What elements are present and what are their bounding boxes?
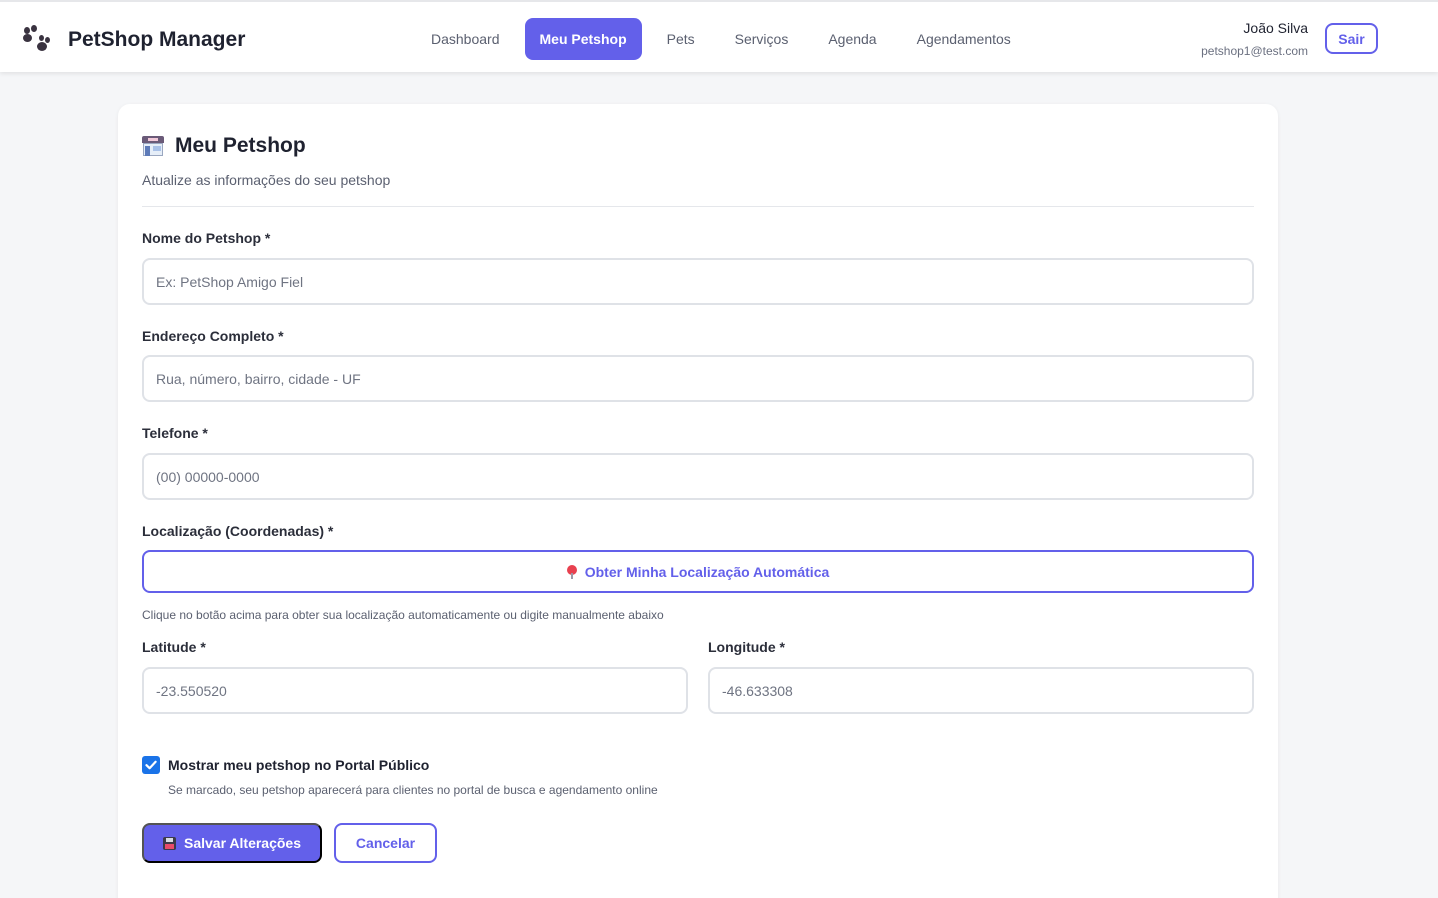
petshop-name-input[interactable] — [142, 258, 1254, 305]
latitude-input[interactable] — [142, 667, 688, 714]
save-button[interactable]: Salvar Alterações — [142, 823, 322, 863]
public-portal-checkbox[interactable] — [142, 756, 160, 774]
phone-input[interactable] — [142, 453, 1254, 500]
page-title-row: Meu Petshop — [142, 134, 306, 158]
user-email: petshop1@test.com — [1201, 44, 1308, 58]
longitude-input[interactable] — [708, 667, 1254, 714]
get-location-label: Obter Minha Localização Automática — [584, 563, 830, 580]
longitude-label: Longitude * — [708, 639, 785, 655]
location-hint: Clique no botão acima para obter sua loc… — [142, 608, 664, 622]
nav-agenda[interactable]: Agenda — [813, 18, 891, 60]
petshop-name-label: Nome do Petshop * — [142, 230, 271, 246]
public-portal-hint: Se marcado, seu petshop aparecerá para c… — [168, 783, 658, 797]
store-icon — [142, 136, 164, 156]
checkmark-icon — [145, 760, 157, 770]
save-button-label: Salvar Alterações — [184, 835, 301, 851]
user-info: João Silva petshop1@test.com — [1201, 20, 1308, 58]
main-nav: Dashboard Meu Petshop Pets Serviços Agen… — [416, 18, 1036, 60]
nav-dashboard[interactable]: Dashboard — [416, 18, 515, 60]
phone-label: Telefone * — [142, 425, 208, 441]
public-portal-label[interactable]: Mostrar meu petshop no Portal Público — [168, 757, 429, 773]
paw-prints-icon — [22, 25, 52, 55]
latitude-label: Latitude * — [142, 639, 206, 655]
location-pin-icon — [566, 564, 577, 579]
nav-servicos[interactable]: Serviços — [720, 18, 804, 60]
logout-button[interactable]: Sair — [1325, 23, 1378, 54]
user-name: João Silva — [1243, 20, 1308, 36]
nav-meu-petshop[interactable]: Meu Petshop — [524, 18, 642, 60]
floppy-disk-icon — [163, 836, 176, 850]
page-subtitle: Atualize as informações do seu petshop — [142, 172, 391, 188]
cancel-button[interactable]: Cancelar — [334, 823, 437, 863]
nav-agendamentos[interactable]: Agendamentos — [902, 18, 1026, 60]
address-label: Endereço Completo * — [142, 328, 284, 344]
top-navigation-bar: PetShop Manager Dashboard Meu Petshop Pe… — [0, 0, 1438, 72]
get-location-button[interactable]: Obter Minha Localização Automática — [142, 550, 1254, 593]
petshop-form-card: Meu Petshop Atualize as informações do s… — [118, 104, 1278, 898]
app-title: PetShop Manager — [68, 28, 246, 51]
address-input[interactable] — [142, 355, 1254, 402]
nav-pets[interactable]: Pets — [652, 18, 710, 60]
brand[interactable]: PetShop Manager — [22, 24, 245, 56]
location-label: Localização (Coordenadas) * — [142, 523, 334, 539]
divider — [142, 206, 1254, 207]
page-title: Meu Petshop — [175, 134, 306, 157]
